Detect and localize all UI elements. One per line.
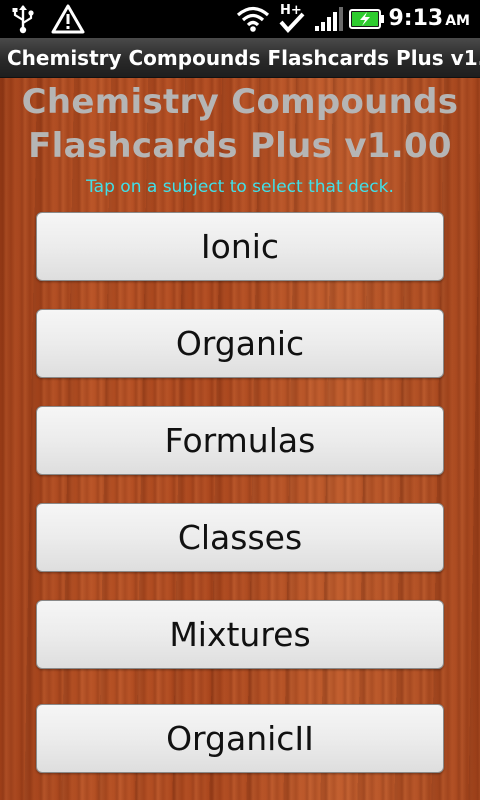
hplus-label: H+	[280, 3, 302, 18]
deck-button-classes[interactable]: Classes	[36, 503, 444, 572]
hplus-data-icon: H+	[276, 0, 308, 38]
status-time: 9:13 AM	[388, 6, 470, 31]
deck-button-mixtures[interactable]: Mixtures	[36, 600, 444, 669]
main-content: Chemistry Compounds Flashcards Plus v1.0…	[0, 78, 480, 800]
signal-icon	[311, 0, 347, 38]
deck-button-organicii[interactable]: OrganicII	[36, 704, 444, 773]
warning-icon	[48, 0, 88, 38]
app-title: Chemistry Compounds Flashcards Plus v1.0…	[7, 46, 480, 70]
app-title-bar: Chemistry Compounds Flashcards Plus v1.0…	[0, 38, 480, 78]
heading-line-1: Chemistry Compounds	[21, 82, 459, 122]
battery-charging-icon	[349, 0, 385, 38]
deck-button-ionic[interactable]: Ionic	[36, 212, 444, 281]
instruction-text: Tap on a subject to select that deck.	[86, 177, 394, 197]
deck-button-formulas[interactable]: Formulas	[36, 406, 444, 475]
deck-button-organic[interactable]: Organic	[36, 309, 444, 378]
heading-line-2: Flashcards Plus v1.00	[28, 126, 452, 166]
status-bar: H+ 9:13 AM	[0, 0, 480, 38]
usb-icon	[6, 0, 40, 38]
wifi-icon	[234, 0, 272, 38]
